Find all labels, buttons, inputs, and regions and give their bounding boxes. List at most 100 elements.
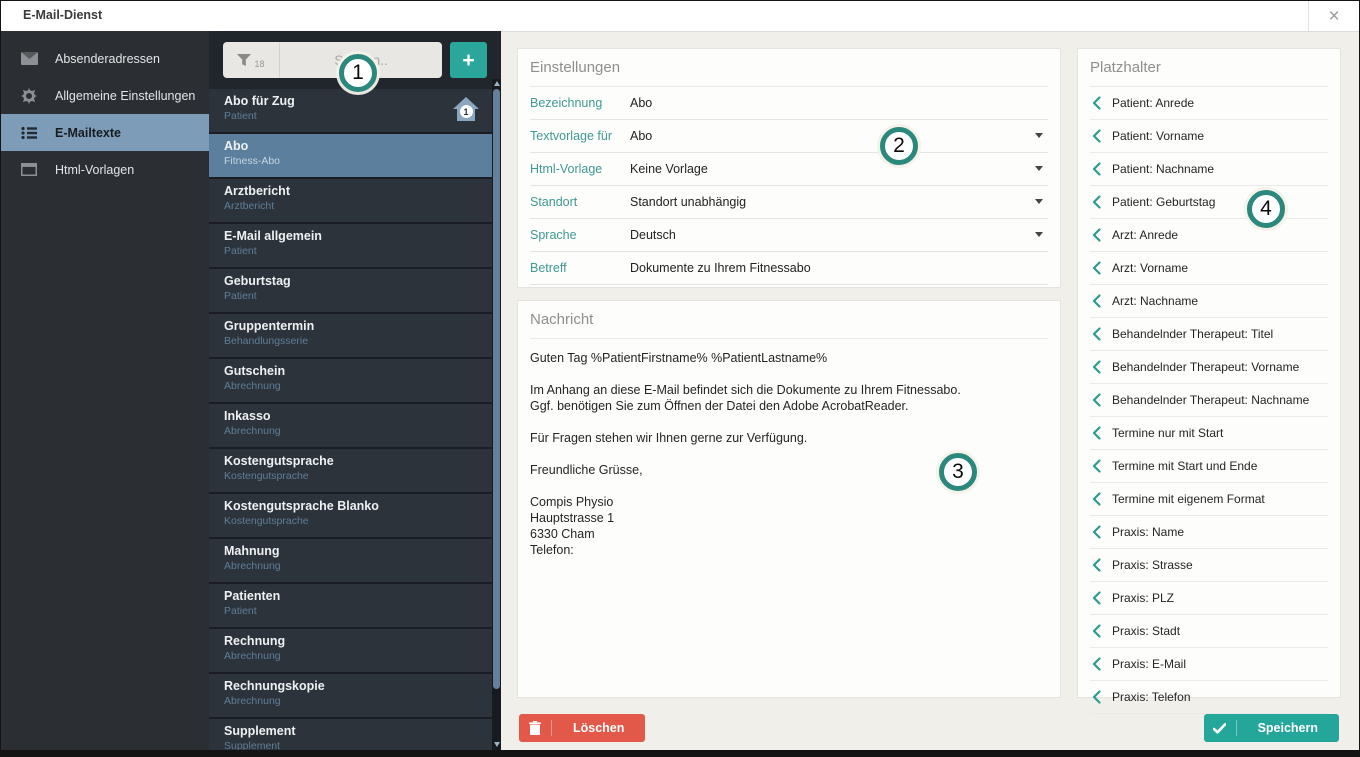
chevron-left-icon	[1092, 162, 1101, 176]
message-line	[530, 414, 1048, 430]
settings-field-row[interactable]: Bezeichnung Abo	[530, 87, 1048, 120]
placeholder-item[interactable]: Behandelnder Therapeut: Nachname	[1090, 384, 1328, 417]
field-value[interactable]: Deutsch	[630, 228, 676, 242]
close-button[interactable]: ×	[1308, 1, 1359, 31]
delete-button[interactable]: Löschen	[519, 714, 646, 742]
chevron-left-icon	[1092, 459, 1101, 473]
email-template-item[interactable]: Gutschein Abrechnung	[209, 359, 492, 404]
annotation-circle-2: 2	[880, 127, 918, 165]
email-template-item[interactable]: Kostengutsprache Blanko Kostengutsprache	[209, 494, 492, 539]
placeholder-item[interactable]: Praxis: PLZ	[1090, 582, 1328, 615]
email-template-item[interactable]: Inkasso Abrechnung	[209, 404, 492, 449]
sidebar-item-absenderadressen[interactable]: Absenderadressen	[1, 40, 209, 77]
email-service-window: E-Mail-Dienst × Absenderadressen Allgeme…	[0, 0, 1360, 757]
scrollbar-down-arrow-icon[interactable]	[492, 740, 501, 748]
placeholder-item[interactable]: Patient: Geburtstag	[1090, 186, 1328, 219]
email-item-title: Mahnung	[224, 544, 280, 558]
placeholder-item[interactable]: Behandelnder Therapeut: Vorname	[1090, 351, 1328, 384]
placeholder-label: Patient: Vorname	[1112, 129, 1205, 143]
scrollbar-thumb[interactable]	[493, 89, 500, 689]
titlebar: E-Mail-Dienst ×	[1, 1, 1359, 32]
chevron-left-icon	[1092, 228, 1101, 242]
placeholder-item[interactable]: Patient: Vorname	[1090, 120, 1328, 153]
field-value[interactable]: Dokumente zu Ihrem Fitnessabo	[630, 261, 811, 275]
sidebar-item-html-vorlagen[interactable]: Html-Vorlagen	[1, 151, 209, 188]
window-icon	[20, 163, 38, 176]
placeholder-label: Praxis: Name	[1112, 525, 1185, 539]
settings-field-row[interactable]: Betreff Dokumente zu Ihrem Fitnessabo	[530, 252, 1048, 285]
placeholder-item[interactable]: Praxis: Telefon	[1090, 681, 1328, 714]
email-template-item[interactable]: Abo Fitness-Abo	[209, 134, 492, 179]
placeholder-label: Praxis: Telefon	[1112, 690, 1191, 704]
mail-icon	[20, 52, 38, 65]
placeholder-item[interactable]: Termine nur mit Start	[1090, 417, 1328, 450]
email-template-item[interactable]: E-Mail allgemein Patient	[209, 224, 492, 269]
chevron-left-icon	[1092, 492, 1101, 506]
email-item-subtitle: Arztbericht	[224, 200, 275, 212]
filter-button[interactable]: 18	[223, 42, 280, 78]
placeholder-label: Termine mit eigenem Format	[1112, 492, 1265, 506]
email-item-title: Geburtstag	[224, 274, 291, 288]
field-label: Html-Vorlage	[530, 162, 603, 176]
sidebar-item-emailtexte[interactable]: E-Mailtexte	[1, 114, 209, 151]
email-template-item[interactable]: Supplement Supplement	[209, 719, 492, 750]
scrollbar-up-arrow-icon[interactable]	[492, 79, 501, 87]
placeholder-item[interactable]: Arzt: Anrede	[1090, 219, 1328, 252]
email-template-item[interactable]: Rechnungskopie Abrechnung	[209, 674, 492, 719]
settings-field-row[interactable]: Sprache Deutsch	[530, 219, 1048, 252]
placeholder-item[interactable]: Termine mit Start und Ende	[1090, 450, 1328, 483]
message-line: Telefon:	[530, 543, 574, 557]
message-line: Im Anhang an diese E-Mail befindet sich …	[530, 383, 961, 397]
message-editor[interactable]: Guten Tag %PatientFirstname% %PatientLas…	[530, 339, 1048, 558]
email-item-subtitle: Supplement	[224, 740, 281, 750]
field-value[interactable]: Keine Vorlage	[630, 162, 708, 176]
email-item-title: Patienten	[224, 589, 281, 603]
placeholder-item[interactable]: Arzt: Nachname	[1090, 285, 1328, 318]
email-template-item[interactable]: Rechnung Abrechnung	[209, 629, 492, 674]
placeholder-item[interactable]: Praxis: Name	[1090, 516, 1328, 549]
placeholder-item[interactable]: Behandelnder Therapeut: Titel	[1090, 318, 1328, 351]
email-template-item[interactable]: Patienten Patient	[209, 584, 492, 629]
email-template-item[interactable]: Gruppentermin Behandlungsserie	[209, 314, 492, 359]
email-template-item[interactable]: Geburtstag Patient	[209, 269, 492, 314]
sidebar-item-label: Allgemeine Einstellungen	[55, 88, 196, 103]
email-item-title: Kostengutsprache	[224, 454, 334, 468]
field-value[interactable]: Abo	[630, 129, 652, 143]
dropdown-caret-icon[interactable]	[1035, 199, 1043, 204]
sidebar-item-allgemeine-einstellungen[interactable]: Allgemeine Einstellungen	[1, 77, 209, 114]
settings-field-row[interactable]: Standort Standort unabhängig	[530, 186, 1048, 219]
annotation-circle-4: 4	[1247, 190, 1285, 228]
email-template-item[interactable]: Mahnung Abrechnung	[209, 539, 492, 584]
placeholder-item[interactable]: Praxis: Stadt	[1090, 615, 1328, 648]
placeholder-item[interactable]: Patient: Anrede	[1090, 87, 1328, 120]
dropdown-caret-icon[interactable]	[1035, 133, 1043, 138]
email-item-title: Supplement	[224, 724, 296, 738]
list-scrollbar[interactable]	[492, 79, 501, 750]
field-value[interactable]: Abo	[630, 96, 652, 110]
chevron-left-icon	[1092, 558, 1101, 572]
chevron-left-icon	[1092, 624, 1101, 638]
dropdown-caret-icon[interactable]	[1035, 232, 1043, 237]
placeholder-item[interactable]: Patient: Nachname	[1090, 153, 1328, 186]
search-box: 18	[223, 42, 442, 78]
placeholder-item[interactable]: Termine mit eigenem Format	[1090, 483, 1328, 516]
save-button[interactable]: Speichern	[1203, 714, 1339, 742]
chevron-left-icon	[1092, 129, 1101, 143]
placeholder-label: Praxis: Stadt	[1112, 624, 1181, 638]
placeholder-item[interactable]: Arzt: Vorname	[1090, 252, 1328, 285]
settings-field-row[interactable]: Html-Vorlage Keine Vorlage	[530, 153, 1048, 186]
field-value[interactable]: Standort unabhängig	[630, 195, 746, 209]
settings-panel: Einstellungen Bezeichnung Abo Textvorlag…	[517, 48, 1061, 288]
settings-field-row[interactable]: Textvorlage für Abo	[530, 120, 1048, 153]
email-template-item[interactable]: Abo für Zug Patient 1	[209, 89, 492, 134]
email-template-item[interactable]: Kostengutsprache Kostengutsprache	[209, 449, 492, 494]
badge-count: 1	[459, 105, 473, 118]
placeholder-item[interactable]: Praxis: Strasse	[1090, 549, 1328, 582]
placeholder-label: Patient: Nachname	[1112, 162, 1215, 176]
settings-panel-title: Einstellungen	[530, 49, 1048, 87]
email-template-item[interactable]: Arztbericht Arztbericht	[209, 179, 492, 224]
chevron-left-icon	[1092, 96, 1101, 110]
add-template-button[interactable]: +	[450, 42, 487, 78]
dropdown-caret-icon[interactable]	[1035, 166, 1043, 171]
placeholder-item[interactable]: Praxis: E-Mail	[1090, 648, 1328, 681]
